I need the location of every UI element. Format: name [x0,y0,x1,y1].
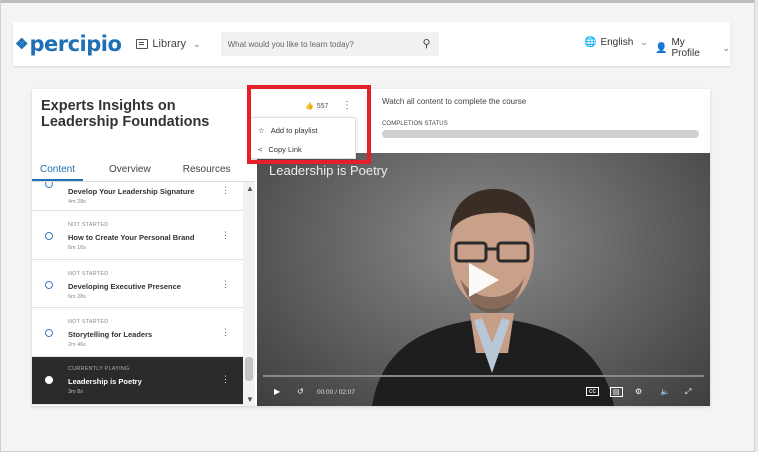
video-progress-bar[interactable] [263,375,704,377]
list-item[interactable]: NOT STARTED Storytelling for Leaders 2m … [32,308,243,357]
item-status: NOT STARTED [68,319,109,325]
current-time: 00:00 [317,389,334,396]
item-status: NOT STARTED [68,222,109,228]
item-title: Storytelling for Leaders [68,330,153,339]
watch-message: Watch all content to complete the course [382,97,527,106]
tab-content[interactable]: Content [32,155,84,181]
volume-icon[interactable]: 🔈 [660,387,670,396]
item-duration: 2m 46s [68,342,87,348]
chevron-down-icon: ⌄ [640,37,648,47]
status-circle-icon [45,232,53,240]
item-more-icon[interactable]: ⋮ [221,327,230,338]
item-more-icon[interactable]: ⋮ [221,185,230,196]
item-more-icon[interactable]: ⋮ [221,374,230,385]
course-card: Experts Insights on Leadership Foundatio… [32,89,710,406]
content-list-scrollbar[interactable]: ▲ ▼ [243,182,255,406]
list-item-current[interactable]: CURRENTLY PLAYING Leadership is Poetry 3… [32,356,243,405]
logo-text: percipio [29,32,122,56]
play-icon[interactable]: ▶ [274,387,280,396]
item-title: Develop Your Leadership Signature [68,187,195,196]
item-status: NOT STARTED [68,270,109,277]
item-status: CURRENTLY PLAYING [68,365,130,372]
chevron-down-icon: ⌄ [722,42,730,53]
top-navigation-bar: ❖ percipio Library ⌄ What would you like… [13,22,730,66]
item-title: Leadership is Poetry [68,376,142,386]
profile-label: My Profile [671,37,700,59]
scroll-down-icon[interactable]: ▼ [246,395,254,404]
language-selector[interactable]: 🌐 English ⌄ [584,37,648,48]
video-controls: ▶ ↺ 00:00 / 02:07 cc ▤ ⚙ 🔈 ⤢ [257,381,710,406]
item-title: How to Create Your Personal Brand [68,233,195,242]
logo-mark-icon: ❖ [15,36,29,53]
status-circle-icon [45,280,53,289]
status-circle-icon [45,329,53,337]
transcript-icon[interactable]: ▤ [610,387,623,397]
globe-icon: 🌐 [584,37,597,48]
item-duration: 6m 28s [68,293,87,300]
video-player[interactable]: Leadership is Poetry ▶ ↺ 00:00 / 02:07 c… [257,153,710,406]
library-icon [136,39,149,49]
library-menu[interactable]: Library ⌄ [136,38,201,50]
gear-icon[interactable]: ⚙ [635,387,642,396]
item-duration: 4m 28s [68,199,87,205]
library-label: Library [152,38,187,50]
fullscreen-icon[interactable]: ⤢ [685,387,691,397]
scroll-up-icon[interactable]: ▲ [246,184,254,193]
scroll-thumb[interactable] [245,357,253,381]
percipio-logo[interactable]: ❖ percipio [15,32,122,56]
video-time: 00:00 / 02:07 [317,389,355,396]
list-item[interactable]: NOT STARTED How to Create Your Personal … [32,211,243,260]
playing-icon [45,375,53,384]
item-duration: 3m 8s [68,388,83,395]
language-label: English [600,37,634,48]
list-item[interactable]: Develop Your Leadership Signature 4m 28s… [32,182,243,211]
course-title: Experts Insights on Leadership Foundatio… [41,98,210,130]
play-overlay-icon[interactable] [469,263,499,297]
completion-progress-bar [382,130,699,138]
captions-icon[interactable]: cc [586,387,599,396]
status-circle-icon [45,182,53,188]
search-placeholder: What would you like to learn today? [227,39,354,49]
total-time: 02:07 [338,389,355,396]
item-duration: 6m 16s [68,245,87,251]
tab-resources[interactable]: Resources [183,155,231,181]
search-icon[interactable]: ⚲ [423,37,431,50]
list-item[interactable]: NOT STARTED Developing Executive Presenc… [32,259,243,308]
video-title: Leadership is Poetry [269,163,388,178]
content-list: Develop Your Leadership Signature 4m 28s… [32,182,243,406]
chevron-down-icon: ⌄ [193,38,201,49]
highlight-box [247,85,371,164]
item-more-icon[interactable]: ⋮ [221,230,230,241]
rewind-10-icon[interactable]: ↺ [297,387,304,396]
user-icon: 👤 [655,42,668,54]
profile-menu[interactable]: 👤 My Profile ⌄ [655,37,730,59]
content-tabs: Content Overview Resources [32,155,255,182]
tab-overview[interactable]: Overview [109,155,151,181]
completion-status-label: COMPLETION STATUS [382,121,448,127]
search-input[interactable]: What would you like to learn today? ⚲ [220,32,439,56]
window-scrollbar[interactable] [754,0,758,452]
item-title: Developing Executive Presence [68,281,181,291]
item-more-icon[interactable]: ⋮ [221,279,230,290]
